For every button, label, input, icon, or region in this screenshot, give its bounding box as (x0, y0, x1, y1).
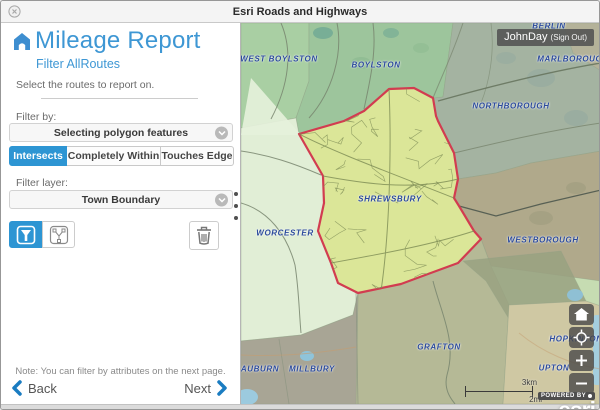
page-title: Mileage Report (35, 27, 201, 55)
locate-button[interactable] (569, 327, 594, 348)
filter-layer-label: Filter layer: (16, 177, 68, 189)
intersects-button[interactable]: Intersects (9, 146, 67, 166)
app-title: Esri Roads and Highways (1, 1, 599, 23)
esri-logo: POWERED BY esri (538, 384, 595, 410)
delete-selection-button[interactable] (189, 221, 219, 250)
report-home-icon (12, 31, 32, 51)
panel-drag-handle[interactable] (234, 192, 238, 220)
close-icon[interactable] (8, 5, 21, 18)
next-label: Next (184, 381, 211, 396)
filter-by-label: Filter by: (16, 111, 56, 123)
redraw-polygon-button[interactable] (42, 221, 75, 248)
touches-edge-button[interactable]: Touches Edge (161, 146, 234, 166)
chevron-down-icon (215, 126, 228, 139)
window-bottom-edge (1, 404, 599, 410)
completely-within-button[interactable]: Completely Within (67, 146, 161, 166)
filter-mode-value: Selecting polygon features (54, 127, 188, 139)
app-titlebar: Esri Roads and Highways (1, 1, 599, 23)
esri-wordmark: esri (538, 402, 595, 410)
polygon-select-icon (16, 225, 36, 245)
map-controls (569, 304, 594, 394)
chevron-right-icon (217, 380, 228, 396)
trash-icon (196, 226, 212, 245)
instruction-text: Select the routes to report on. (16, 79, 154, 91)
basemap-render (241, 23, 600, 404)
zoom-in-button[interactable] (569, 350, 594, 371)
page-subtitle: Filter AllRoutes (36, 57, 120, 71)
user-name: JohnDay (504, 31, 547, 43)
filter-mode-dropdown[interactable]: Selecting polygon features (9, 123, 233, 142)
back-button[interactable]: Back (11, 380, 57, 396)
filter-layer-dropdown[interactable]: Town Boundary (9, 190, 233, 209)
scale-line (465, 391, 533, 392)
spatial-relation-group: Intersects Completely Within Touches Edg… (9, 146, 234, 166)
plus-icon (575, 354, 588, 367)
select-by-polygon-button[interactable] (9, 221, 42, 248)
divider (41, 98, 198, 99)
user-signout-button[interactable]: JohnDay (Sign Out) (497, 29, 594, 46)
app-window: WEST BOYLSTONBOYLSTONBERLINMARLBOROUGHNO… (0, 0, 600, 410)
back-label: Back (28, 381, 57, 396)
map-scalebar: 3km 2mi (463, 377, 543, 404)
next-button[interactable]: Next (184, 380, 228, 396)
home-icon (574, 308, 589, 321)
sign-out-label: (Sign Out) (551, 33, 587, 42)
home-button[interactable] (569, 304, 594, 325)
chevron-left-icon (11, 380, 22, 396)
mileage-report-panel: Mileage Report Filter AllRoutes Select t… (1, 23, 241, 404)
scale-km-label: 3km (522, 378, 537, 387)
polygon-vertices-icon (49, 225, 69, 245)
chevron-down-icon (215, 193, 228, 206)
locate-icon (573, 329, 590, 346)
note-text: Note: You can filter by attributes on th… (1, 366, 240, 377)
filter-layer-value: Town Boundary (82, 194, 161, 206)
map-canvas[interactable]: WEST BOYLSTONBOYLSTONBERLINMARLBOROUGHNO… (241, 23, 600, 404)
